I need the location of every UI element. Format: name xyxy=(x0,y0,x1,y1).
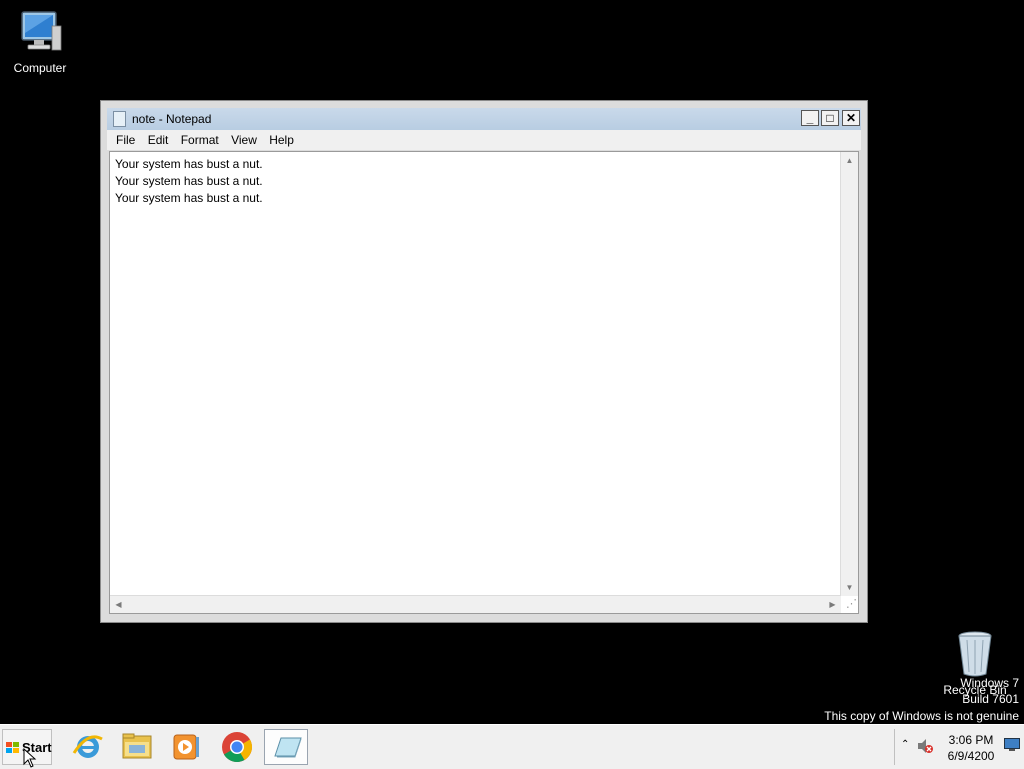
window-title: note - Notepad xyxy=(132,112,212,126)
computer-icon xyxy=(21,11,62,51)
title-bar[interactable]: note - Notepad _ □ ✕ xyxy=(107,108,861,130)
scroll-up-icon[interactable]: ▲ xyxy=(842,153,857,168)
scroll-right-icon[interactable]: ▶ xyxy=(825,597,840,612)
notepad-icon xyxy=(274,737,302,758)
desktop-icon-label: Computer xyxy=(13,61,67,75)
folder-icon xyxy=(122,733,152,759)
menu-bar: File Edit Format View Help xyxy=(107,130,861,150)
menu-view[interactable]: View xyxy=(222,130,257,150)
notepad-icon xyxy=(113,111,126,127)
windows-flag-icon xyxy=(6,742,20,757)
maximize-button[interactable]: □ xyxy=(821,110,839,126)
internet-explorer-icon xyxy=(72,735,103,758)
action-center-icon[interactable] xyxy=(1004,738,1020,755)
text-line: Your system has bust a nut. xyxy=(115,157,263,171)
text-line: Your system has bust a nut. xyxy=(115,174,263,188)
close-button[interactable]: ✕ xyxy=(842,110,860,126)
watermark-build: Build 7601 xyxy=(962,692,1019,706)
taskbar-app-chrome[interactable] xyxy=(215,729,259,765)
taskbar-app-notepad[interactable] xyxy=(264,729,308,765)
menu-help[interactable]: Help xyxy=(260,130,294,150)
volume-muted-icon[interactable] xyxy=(916,737,934,758)
scroll-left-icon[interactable]: ◀ xyxy=(111,597,126,612)
editor-text[interactable]: Your system has bust a nut. Your system … xyxy=(115,156,263,207)
show-hidden-icons-icon[interactable]: ⌃ xyxy=(901,739,909,750)
taskbar: Start ⌃ 3:06 PM 6/9/4200 xyxy=(0,724,1024,769)
resize-grip-icon[interactable]: ⋰ xyxy=(842,597,857,612)
taskbar-app-file-explorer[interactable] xyxy=(115,729,159,765)
notepad-window: note - Notepad _ □ ✕ File Edit Format Vi… xyxy=(100,100,868,623)
desktop-icon-computer[interactable]: Computer xyxy=(0,8,80,75)
system-tray: ⌃ 3:06 PM 6/9/4200 xyxy=(894,729,1022,765)
media-player-icon xyxy=(173,734,199,760)
scroll-down-icon[interactable]: ▼ xyxy=(842,580,857,595)
watermark-os-name: Windows 7 xyxy=(960,676,1019,690)
mouse-cursor-icon xyxy=(23,748,37,768)
tray-separator xyxy=(894,729,895,765)
vertical-scrollbar[interactable]: ▲ ▼ xyxy=(840,152,858,596)
clock[interactable]: 3:06 PM 6/9/4200 xyxy=(940,732,1002,764)
clock-time: 3:06 PM xyxy=(948,733,994,747)
recycle-bin-icon xyxy=(958,631,992,677)
menu-edit[interactable]: Edit xyxy=(139,130,169,150)
minimize-button[interactable]: _ xyxy=(801,110,819,126)
taskbar-app-internet-explorer[interactable] xyxy=(66,729,110,765)
menu-file[interactable]: File xyxy=(107,130,135,150)
chrome-icon xyxy=(222,732,253,763)
text-editor[interactable]: Your system has bust a nut. Your system … xyxy=(109,151,859,614)
menu-format[interactable]: Format xyxy=(172,130,219,150)
text-line: Your system has bust a nut. xyxy=(115,191,263,205)
clock-date: 6/9/4200 xyxy=(947,749,995,763)
taskbar-app-media-player[interactable] xyxy=(164,729,208,765)
horizontal-scrollbar[interactable]: ◀ ▶ xyxy=(110,595,841,613)
watermark-genuine-notice: This copy of Windows is not genuine xyxy=(824,709,1019,723)
